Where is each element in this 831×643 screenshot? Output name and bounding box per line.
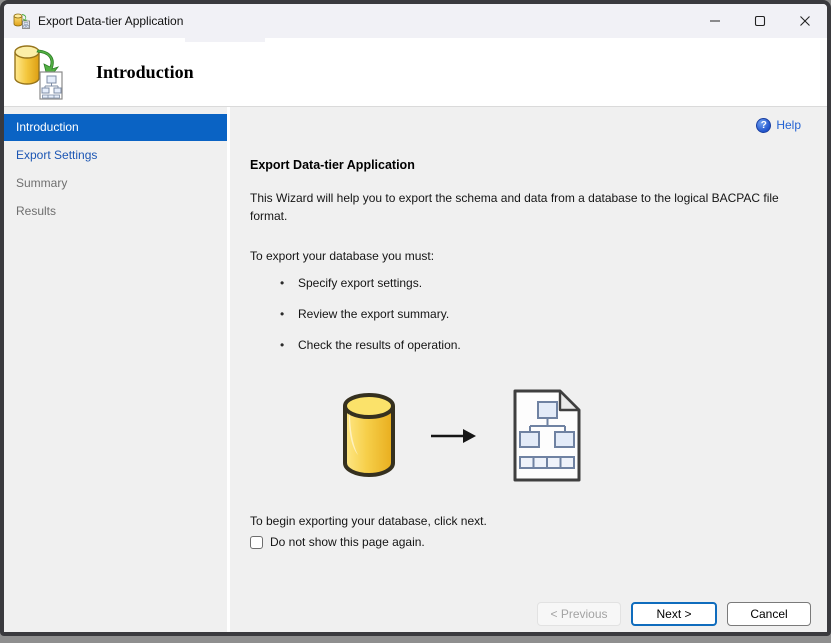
sidebar-item-summary: Summary [16,176,68,190]
export-illustration [342,388,582,483]
sidebar-item-export-settings[interactable]: Export Settings [4,142,227,169]
footer-spacer [4,595,227,632]
footer-button-bar: < Previous Next > Cancel [230,595,827,632]
do-not-show-checkbox[interactable] [250,535,263,549]
introduction-page-content: ? Help Export Data-tier Application This… [230,107,827,595]
closing-note: To begin exporting your database, click … [250,514,487,528]
bullet-icon: • [280,307,285,321]
window-title: Export Data-tier Application [38,14,184,28]
page-title: Introduction [96,61,194,82]
list-item: • Review the export summary. [250,307,801,321]
bacpac-document-icon [513,389,581,482]
titlebar-tab-artifact [185,38,265,42]
maximize-icon [754,15,765,27]
minimize-button[interactable] [692,4,737,38]
requirements-list: • Specify export settings. • Review the … [250,276,801,352]
arrow-right-icon [431,428,476,443]
cancel-button[interactable]: Cancel [727,601,811,626]
list-item: • Check the results of operation. [250,338,801,352]
help-label: Help [776,118,801,132]
export-database-icon [14,45,63,100]
list-item-text: Specify export settings. [298,276,423,290]
close-button[interactable] [782,4,827,38]
bullet-icon: • [280,338,285,352]
help-link[interactable]: ? Help [756,115,801,135]
window-controls [692,4,827,38]
do-not-show-row: Do not show this page again. [250,535,801,549]
bullet-icon: • [280,276,285,290]
previous-button: < Previous [537,601,621,626]
list-item-text: Review the export summary. [298,307,450,321]
list-item-text: Check the results of operation. [298,338,461,352]
minimize-icon [709,20,720,22]
sidebar-item-introduction[interactable]: Introduction [4,114,227,141]
wizard-window: Export Data-tier Application Introductio… [0,0,831,636]
do-not-show-label[interactable]: Do not show this page again. [270,535,425,549]
wizard-steps-sidebar: Introduction Export Settings Summary Res… [4,107,227,595]
sidebar-item-results: Results [16,204,57,218]
close-icon [799,16,810,26]
maximize-button[interactable] [737,4,782,38]
database-cylinder-icon [343,392,395,477]
intro-paragraph: This Wizard will help you to export the … [250,191,779,223]
titlebar[interactable]: Export Data-tier Application [4,4,827,38]
requirements-intro: To export your database you must: [250,249,435,263]
app-database-export-icon [13,13,30,29]
content-heading: Export Data-tier Application [250,158,415,172]
list-item: • Specify export settings. [250,276,801,290]
next-button[interactable]: Next > [631,601,717,626]
wizard-header: Introduction [4,38,827,107]
help-icon: ? [756,117,772,133]
